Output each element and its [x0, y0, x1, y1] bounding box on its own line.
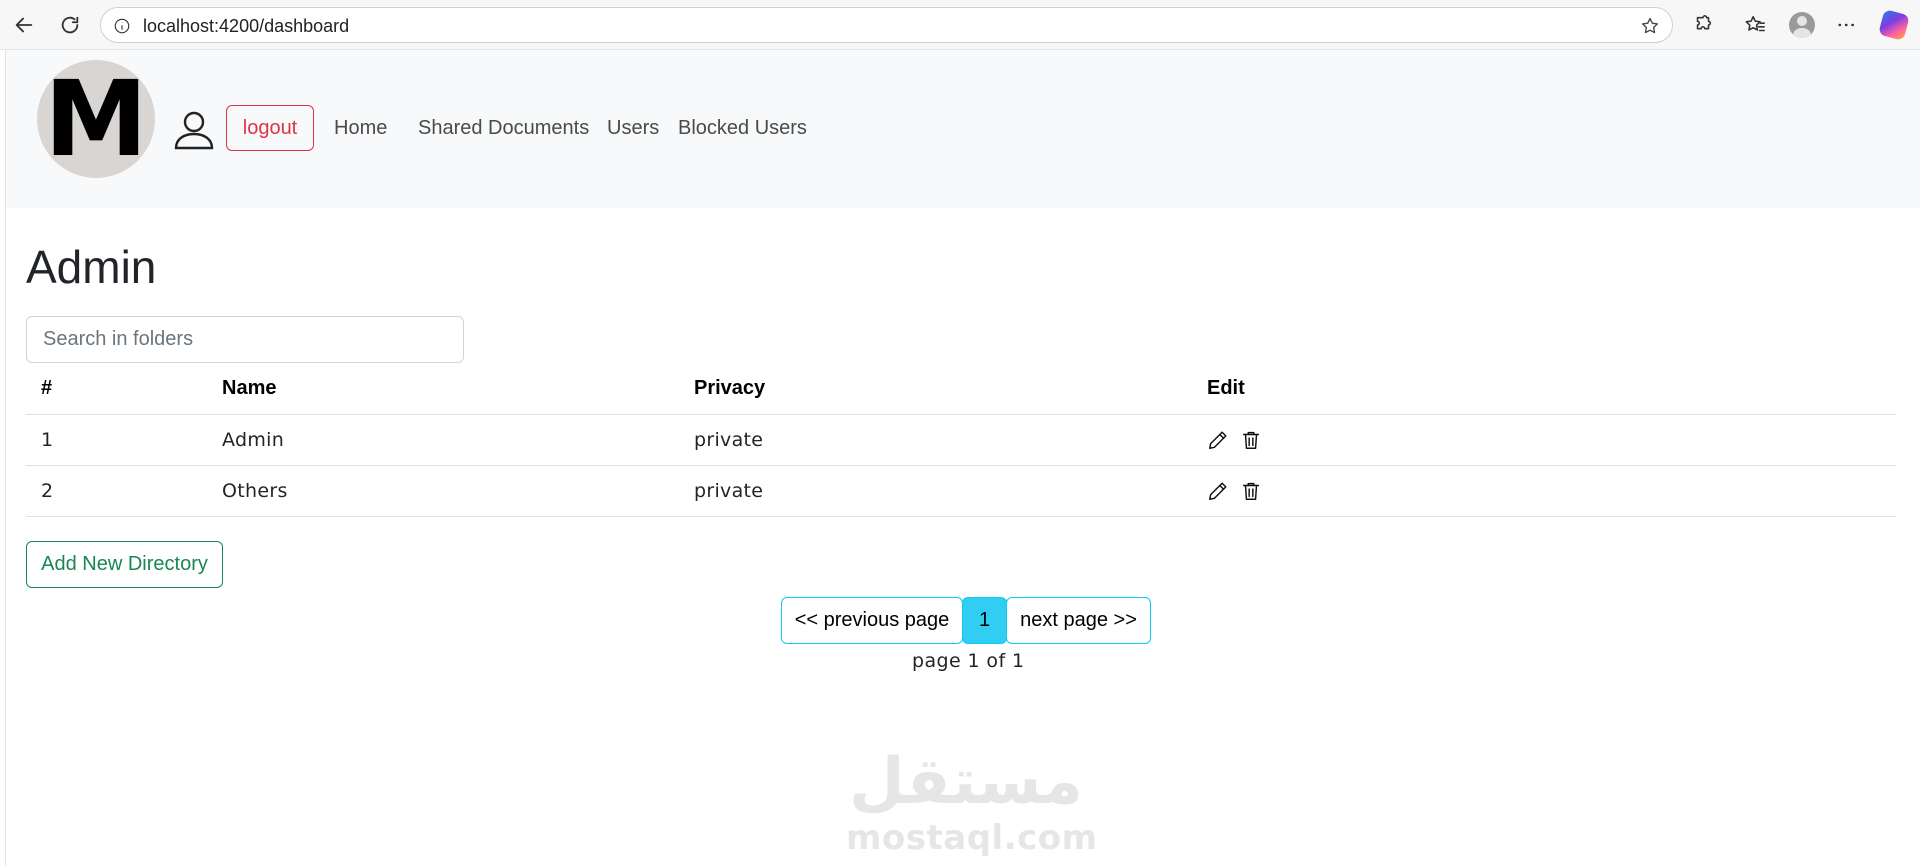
url-text: localhost:4200/dashboard: [143, 16, 350, 36]
header-privacy: Privacy: [694, 377, 766, 399]
profile-icon[interactable]: [1788, 11, 1816, 39]
pencil-icon[interactable]: [1207, 429, 1229, 451]
row-privacy: private: [694, 480, 764, 502]
trash-icon[interactable]: [1240, 480, 1262, 502]
star-icon[interactable]: [1640, 16, 1660, 36]
watermark-arabic: مستقل: [848, 745, 1084, 819]
address-bar[interactable]: localhost:4200/dashboard: [100, 7, 1673, 43]
info-icon[interactable]: [113, 17, 131, 35]
navbar: M logout Home Shared Documents Users Blo…: [6, 50, 1920, 208]
table-header-row: # Name Privacy Edit: [26, 363, 1896, 415]
extensions-icon[interactable]: [1691, 13, 1715, 37]
nav-link-shared-documents[interactable]: Shared Documents: [418, 117, 589, 140]
row-name: Others: [222, 480, 288, 502]
page-content: M logout Home Shared Documents Users Blo…: [5, 50, 1920, 866]
page-title: Admin: [26, 241, 157, 293]
next-page-button[interactable]: next page >>: [1006, 597, 1151, 644]
favorites-icon[interactable]: [1743, 13, 1767, 37]
user-icon[interactable]: [172, 108, 216, 152]
nav-link-blocked-users[interactable]: Blocked Users: [678, 117, 807, 140]
trash-icon[interactable]: [1240, 429, 1262, 451]
avatar[interactable]: M: [37, 60, 155, 178]
logout-button[interactable]: logout: [226, 105, 314, 151]
page-number-button[interactable]: 1: [962, 597, 1007, 644]
header-name: Name: [222, 377, 277, 399]
add-new-directory-button[interactable]: Add New Directory: [26, 541, 223, 588]
row-name: Admin: [222, 429, 285, 451]
back-arrow-icon[interactable]: [10, 11, 38, 39]
refresh-icon[interactable]: [56, 11, 84, 39]
copilot-icon[interactable]: [1878, 9, 1910, 41]
more-icon[interactable]: [1834, 13, 1858, 37]
browser-toolbar: localhost:4200/dashboard: [0, 0, 1920, 50]
watermark-latin: mostaql.com: [846, 818, 1098, 858]
page-status: page 1 of 1: [912, 650, 1025, 672]
row-index: 2: [41, 480, 54, 502]
pencil-icon[interactable]: [1207, 480, 1229, 502]
header-index: #: [41, 377, 53, 399]
table-row: 2 Others private: [26, 466, 1896, 517]
nav-link-users[interactable]: Users: [607, 117, 659, 140]
folders-table: # Name Privacy Edit 1 Admin private 2 Ot…: [26, 363, 1896, 517]
previous-page-button[interactable]: << previous page: [781, 597, 963, 644]
row-index: 1: [41, 429, 54, 451]
row-actions: [1207, 415, 1262, 465]
header-edit: Edit: [1207, 377, 1245, 399]
row-actions: [1207, 466, 1262, 516]
table-row: 1 Admin private: [26, 415, 1896, 466]
row-privacy: private: [694, 429, 764, 451]
search-input[interactable]: Search in folders: [26, 316, 464, 363]
nav-link-home[interactable]: Home: [334, 117, 387, 140]
